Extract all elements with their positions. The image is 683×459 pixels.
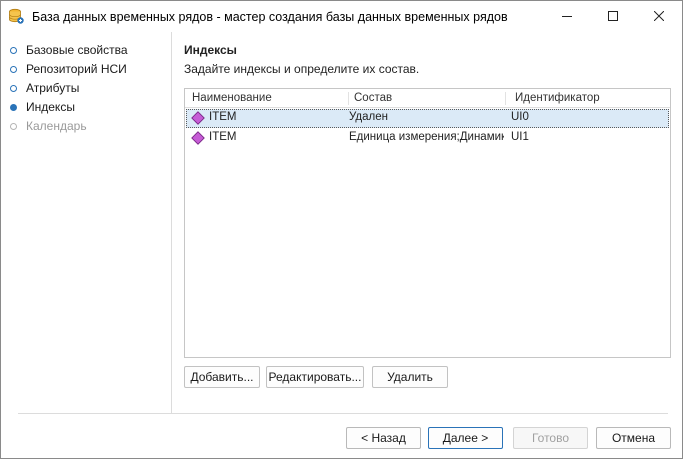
step-bullet-icon [10,84,17,92]
nav-item-basic-properties[interactable]: Базовые свойства [10,42,128,58]
nav-item-mdm-repository[interactable]: Репозиторий НСИ [10,61,127,77]
step-bullet-icon [10,65,17,73]
database-icon [9,8,24,24]
maximize-icon [608,11,618,21]
table-row[interactable]: ITEM Удален UI0 [186,109,669,128]
wizard-window: База данных временных рядов - мастер соз… [0,0,683,459]
close-button[interactable] [636,1,682,31]
index-diamond-icon [191,111,205,125]
nav-item-attributes[interactable]: Атрибуты [10,80,79,96]
delete-index-button[interactable]: Удалить [372,366,448,388]
finish-button[interactable]: Готово [513,427,588,449]
edit-index-button[interactable]: Редактировать... [266,366,364,388]
step-bullet-disabled-icon [10,122,17,130]
cell-identifier: UI1 [511,131,529,143]
next-button[interactable]: Далее > [428,427,503,449]
cell-name: ITEM [209,111,237,123]
minimize-icon [562,16,572,17]
window-title: База данных временных рядов - мастер соз… [32,10,508,24]
nav-item-label: Индексы [26,100,75,114]
column-separator[interactable] [505,92,506,105]
cell-identifier: UI0 [511,111,529,123]
nav-item-label: Атрибуты [26,81,80,95]
add-index-button[interactable]: Добавить... [184,366,260,388]
cancel-button[interactable]: Отмена [596,427,671,449]
page-title: Индексы [184,43,237,57]
column-header-name[interactable]: Наименование [192,92,272,104]
indexes-table[interactable]: Наименование Состав Идентификатор ITEM У… [184,88,671,358]
nav-item-calendar: Календарь [10,118,87,134]
cell-name: ITEM [209,131,237,143]
footer-divider [18,413,668,414]
column-separator[interactable] [348,92,349,105]
cell-composition: Удален [349,111,388,123]
column-header-composition[interactable]: Состав [354,92,392,104]
nav-item-label: Календарь [26,119,87,133]
back-button[interactable]: < Назад [346,427,421,449]
nav-item-label: Базовые свойства [26,43,128,57]
cell-composition: Единица измерения;Динамика [349,131,504,143]
table-header: Наименование Состав Идентификатор [185,89,670,108]
wizard-steps-nav: Базовые свойства Репозиторий НСИ Атрибут… [1,32,172,413]
table-row[interactable]: ITEM Единица измерения;Динамика UI1 [186,129,669,148]
index-diamond-icon [191,131,205,145]
step-bullet-icon [10,46,17,54]
title-bar: База данных временных рядов - мастер соз… [1,1,682,32]
step-bullet-current-icon [10,103,17,111]
close-icon [654,11,664,21]
maximize-button[interactable] [590,1,636,31]
minimize-button[interactable] [544,1,590,31]
page-subtitle: Задайте индексы и определите их состав. [184,62,420,76]
column-header-identifier[interactable]: Идентификатор [515,92,600,104]
nav-item-label: Репозиторий НСИ [26,62,127,76]
nav-item-indexes[interactable]: Индексы [10,99,75,115]
